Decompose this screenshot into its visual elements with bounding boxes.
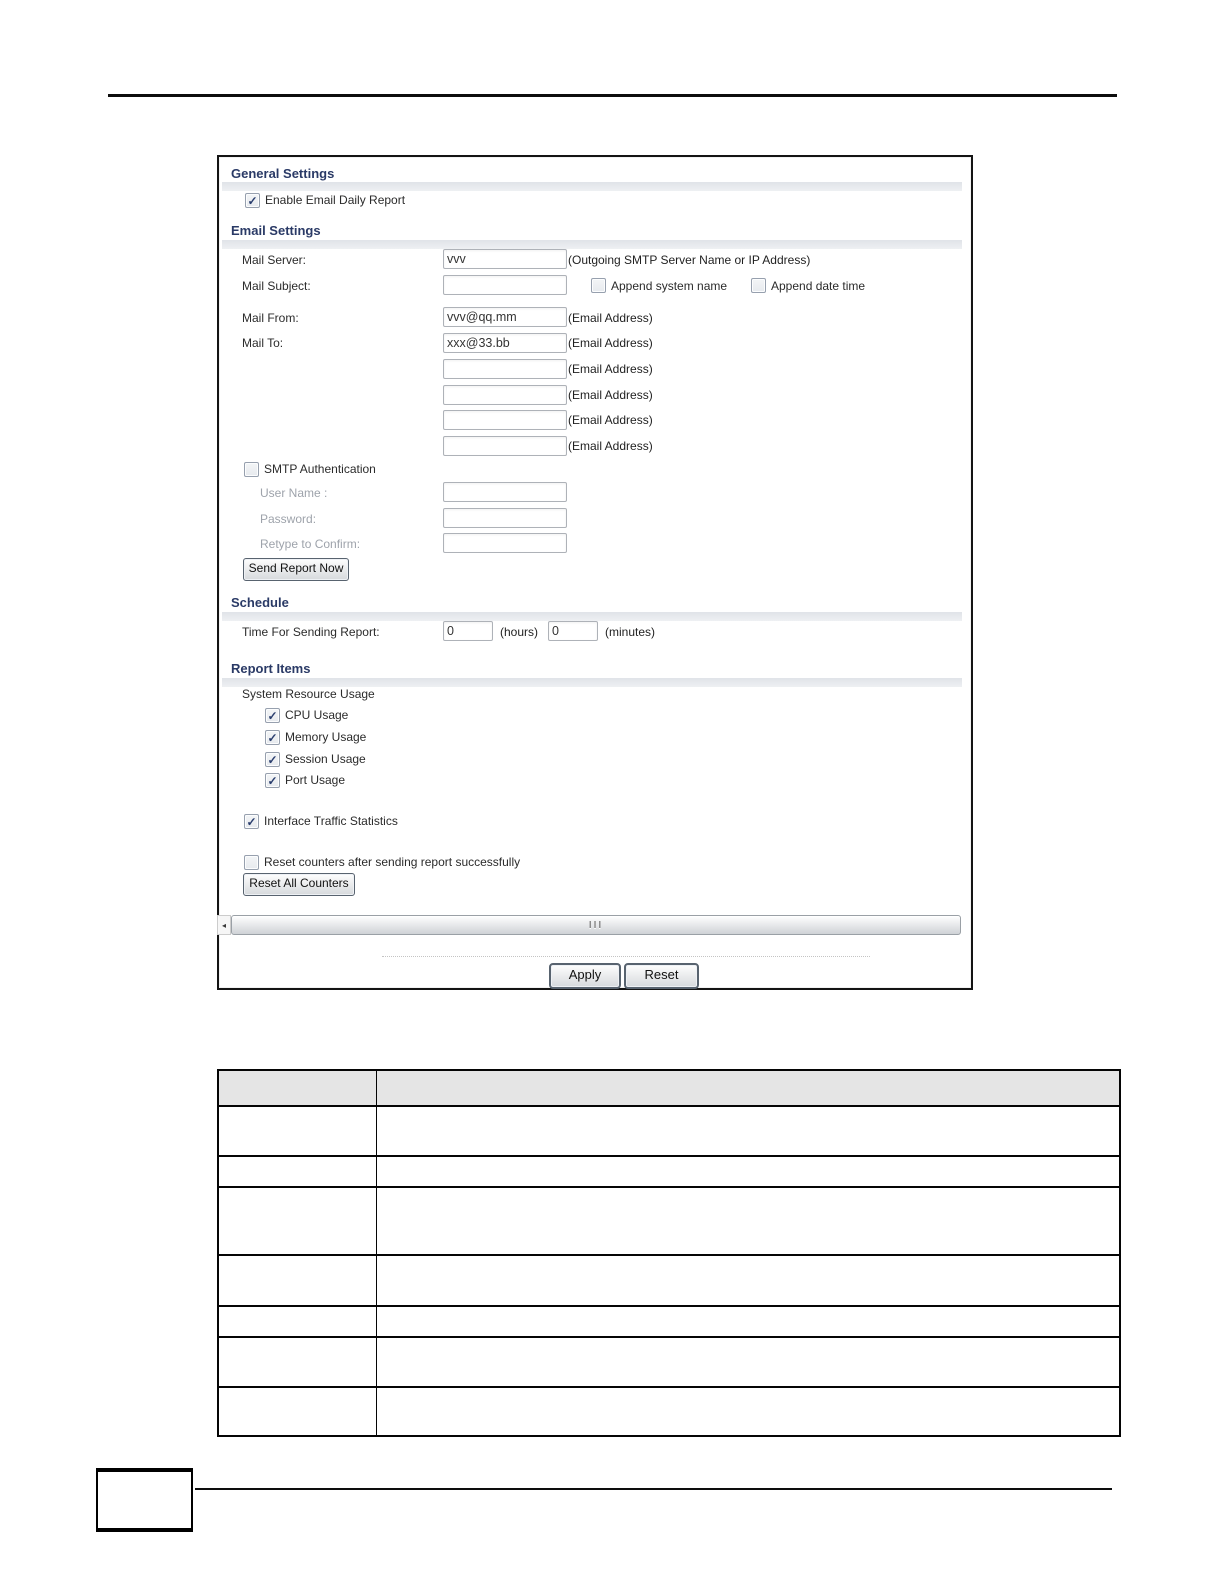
footer-rule <box>195 1488 1112 1490</box>
reset-all-counters-button[interactable]: Reset All Counters <box>243 873 355 896</box>
section-title-email-settings: Email Settings <box>231 223 321 238</box>
table-row <box>219 1336 1119 1386</box>
mail-from-hint: (Email Address) <box>568 311 653 325</box>
section-divider <box>222 678 962 687</box>
table-row <box>219 1155 1119 1186</box>
table-row <box>219 1105 1119 1155</box>
manual-page: General Settings ✓ Enable Email Daily Re… <box>0 0 1224 1584</box>
session-usage-label: Session Usage <box>285 752 366 766</box>
password-input[interactable] <box>443 508 567 528</box>
password-label: Password: <box>260 512 317 526</box>
time-for-sending-report-label: Time For Sending Report: <box>242 625 380 639</box>
table-cell <box>377 1157 1119 1186</box>
retype-confirm-label: Retype to Confirm: <box>260 537 361 551</box>
section-title-general-settings: General Settings <box>231 166 335 181</box>
page-number-box <box>96 1468 193 1532</box>
session-usage-checkbox[interactable]: ✓ <box>265 752 280 767</box>
mail-server-hint: (Outgoing SMTP Server Name or IP Address… <box>568 253 811 267</box>
table-cell <box>377 1256 1119 1305</box>
table-cell <box>219 1307 377 1336</box>
table-cell <box>377 1338 1119 1386</box>
port-usage-label: Port Usage <box>285 773 346 787</box>
mail-to-input-5[interactable] <box>443 436 567 456</box>
header-rule <box>108 94 1117 97</box>
mail-subject-label: Mail Subject: <box>242 279 311 293</box>
smtp-authentication-checkbox[interactable] <box>244 462 259 477</box>
table-cell <box>377 1388 1119 1435</box>
cpu-usage-checkbox[interactable]: ✓ <box>265 708 280 723</box>
hours-hint: (hours) <box>500 625 539 639</box>
table-cell <box>219 1188 377 1254</box>
port-usage-checkbox[interactable]: ✓ <box>265 773 280 788</box>
table-header-cell <box>377 1071 1119 1105</box>
enable-email-daily-report-checkbox[interactable]: ✓ <box>245 193 260 208</box>
cpu-usage-label: CPU Usage <box>285 708 349 722</box>
apply-button[interactable]: Apply <box>549 963 621 989</box>
hours-input[interactable] <box>443 621 493 641</box>
mail-to-input-1[interactable] <box>443 333 567 353</box>
interface-traffic-statistics-label: Interface Traffic Statistics <box>264 814 398 828</box>
scroll-left-icon[interactable]: ◂ <box>217 915 231 935</box>
reset-button[interactable]: Reset <box>624 963 699 989</box>
mail-server-input[interactable] <box>443 249 567 269</box>
email-address-hint: (Email Address) <box>568 336 653 350</box>
email-address-hint: (Email Address) <box>568 439 653 453</box>
smtp-authentication-label: SMTP Authentication <box>264 462 376 476</box>
section-divider <box>222 182 962 191</box>
mail-server-label: Mail Server: <box>242 253 307 267</box>
memory-usage-label: Memory Usage <box>285 730 367 744</box>
table-cell <box>377 1307 1119 1336</box>
mail-subject-input[interactable] <box>443 275 567 295</box>
section-title-report-items: Report Items <box>231 661 311 676</box>
mail-to-input-2[interactable] <box>443 359 567 379</box>
memory-usage-checkbox[interactable]: ✓ <box>265 730 280 745</box>
table-cell <box>219 1388 377 1435</box>
minutes-input[interactable] <box>548 621 598 641</box>
user-name-label: User Name : <box>260 486 328 500</box>
table-header-cell <box>219 1071 377 1105</box>
table-row <box>219 1186 1119 1254</box>
reset-counters-checkbox[interactable] <box>244 855 259 870</box>
summary-table <box>217 1069 1121 1437</box>
table-cell <box>219 1107 377 1155</box>
retype-confirm-input[interactable] <box>443 533 567 553</box>
email-address-hint: (Email Address) <box>568 413 653 427</box>
mail-to-label: Mail To: <box>242 336 284 350</box>
table-cell <box>377 1188 1119 1254</box>
table-cell <box>377 1107 1119 1155</box>
append-system-name-checkbox[interactable] <box>591 278 606 293</box>
append-date-time-checkbox[interactable] <box>751 278 766 293</box>
user-name-input[interactable] <box>443 482 567 502</box>
email-address-hint: (Email Address) <box>568 388 653 402</box>
mail-to-input-3[interactable] <box>443 385 567 405</box>
table-cell <box>219 1256 377 1305</box>
table-row <box>219 1254 1119 1305</box>
table-row <box>219 1386 1119 1435</box>
interface-traffic-statistics-checkbox[interactable]: ✓ <box>244 814 259 829</box>
minutes-hint: (minutes) <box>605 625 656 639</box>
horizontal-scrollbar[interactable]: III <box>231 915 961 935</box>
enable-email-daily-report-label: Enable Email Daily Report <box>265 193 406 207</box>
mail-to-input-4[interactable] <box>443 410 567 430</box>
dotted-divider <box>382 956 870 957</box>
append-system-name-label: Append system name <box>611 279 728 293</box>
append-date-time-label: Append date time <box>771 279 866 293</box>
system-resource-usage-label: System Resource Usage <box>242 687 375 701</box>
email-address-hint: (Email Address) <box>568 362 653 376</box>
table-row <box>219 1305 1119 1336</box>
reset-counters-label: Reset counters after sending report succ… <box>264 855 521 869</box>
mail-from-label: Mail From: <box>242 311 299 325</box>
table-header-row <box>219 1071 1119 1105</box>
section-title-schedule: Schedule <box>231 595 289 610</box>
scrollbar-grip-icon[interactable]: III <box>589 920 603 931</box>
email-daily-report-settings-panel: General Settings ✓ Enable Email Daily Re… <box>217 155 973 990</box>
table-cell <box>219 1338 377 1386</box>
table-cell <box>219 1157 377 1186</box>
section-divider <box>222 240 962 249</box>
mail-from-input[interactable] <box>443 307 567 327</box>
section-divider <box>222 612 962 621</box>
send-report-now-button[interactable]: Send Report Now <box>243 558 349 581</box>
